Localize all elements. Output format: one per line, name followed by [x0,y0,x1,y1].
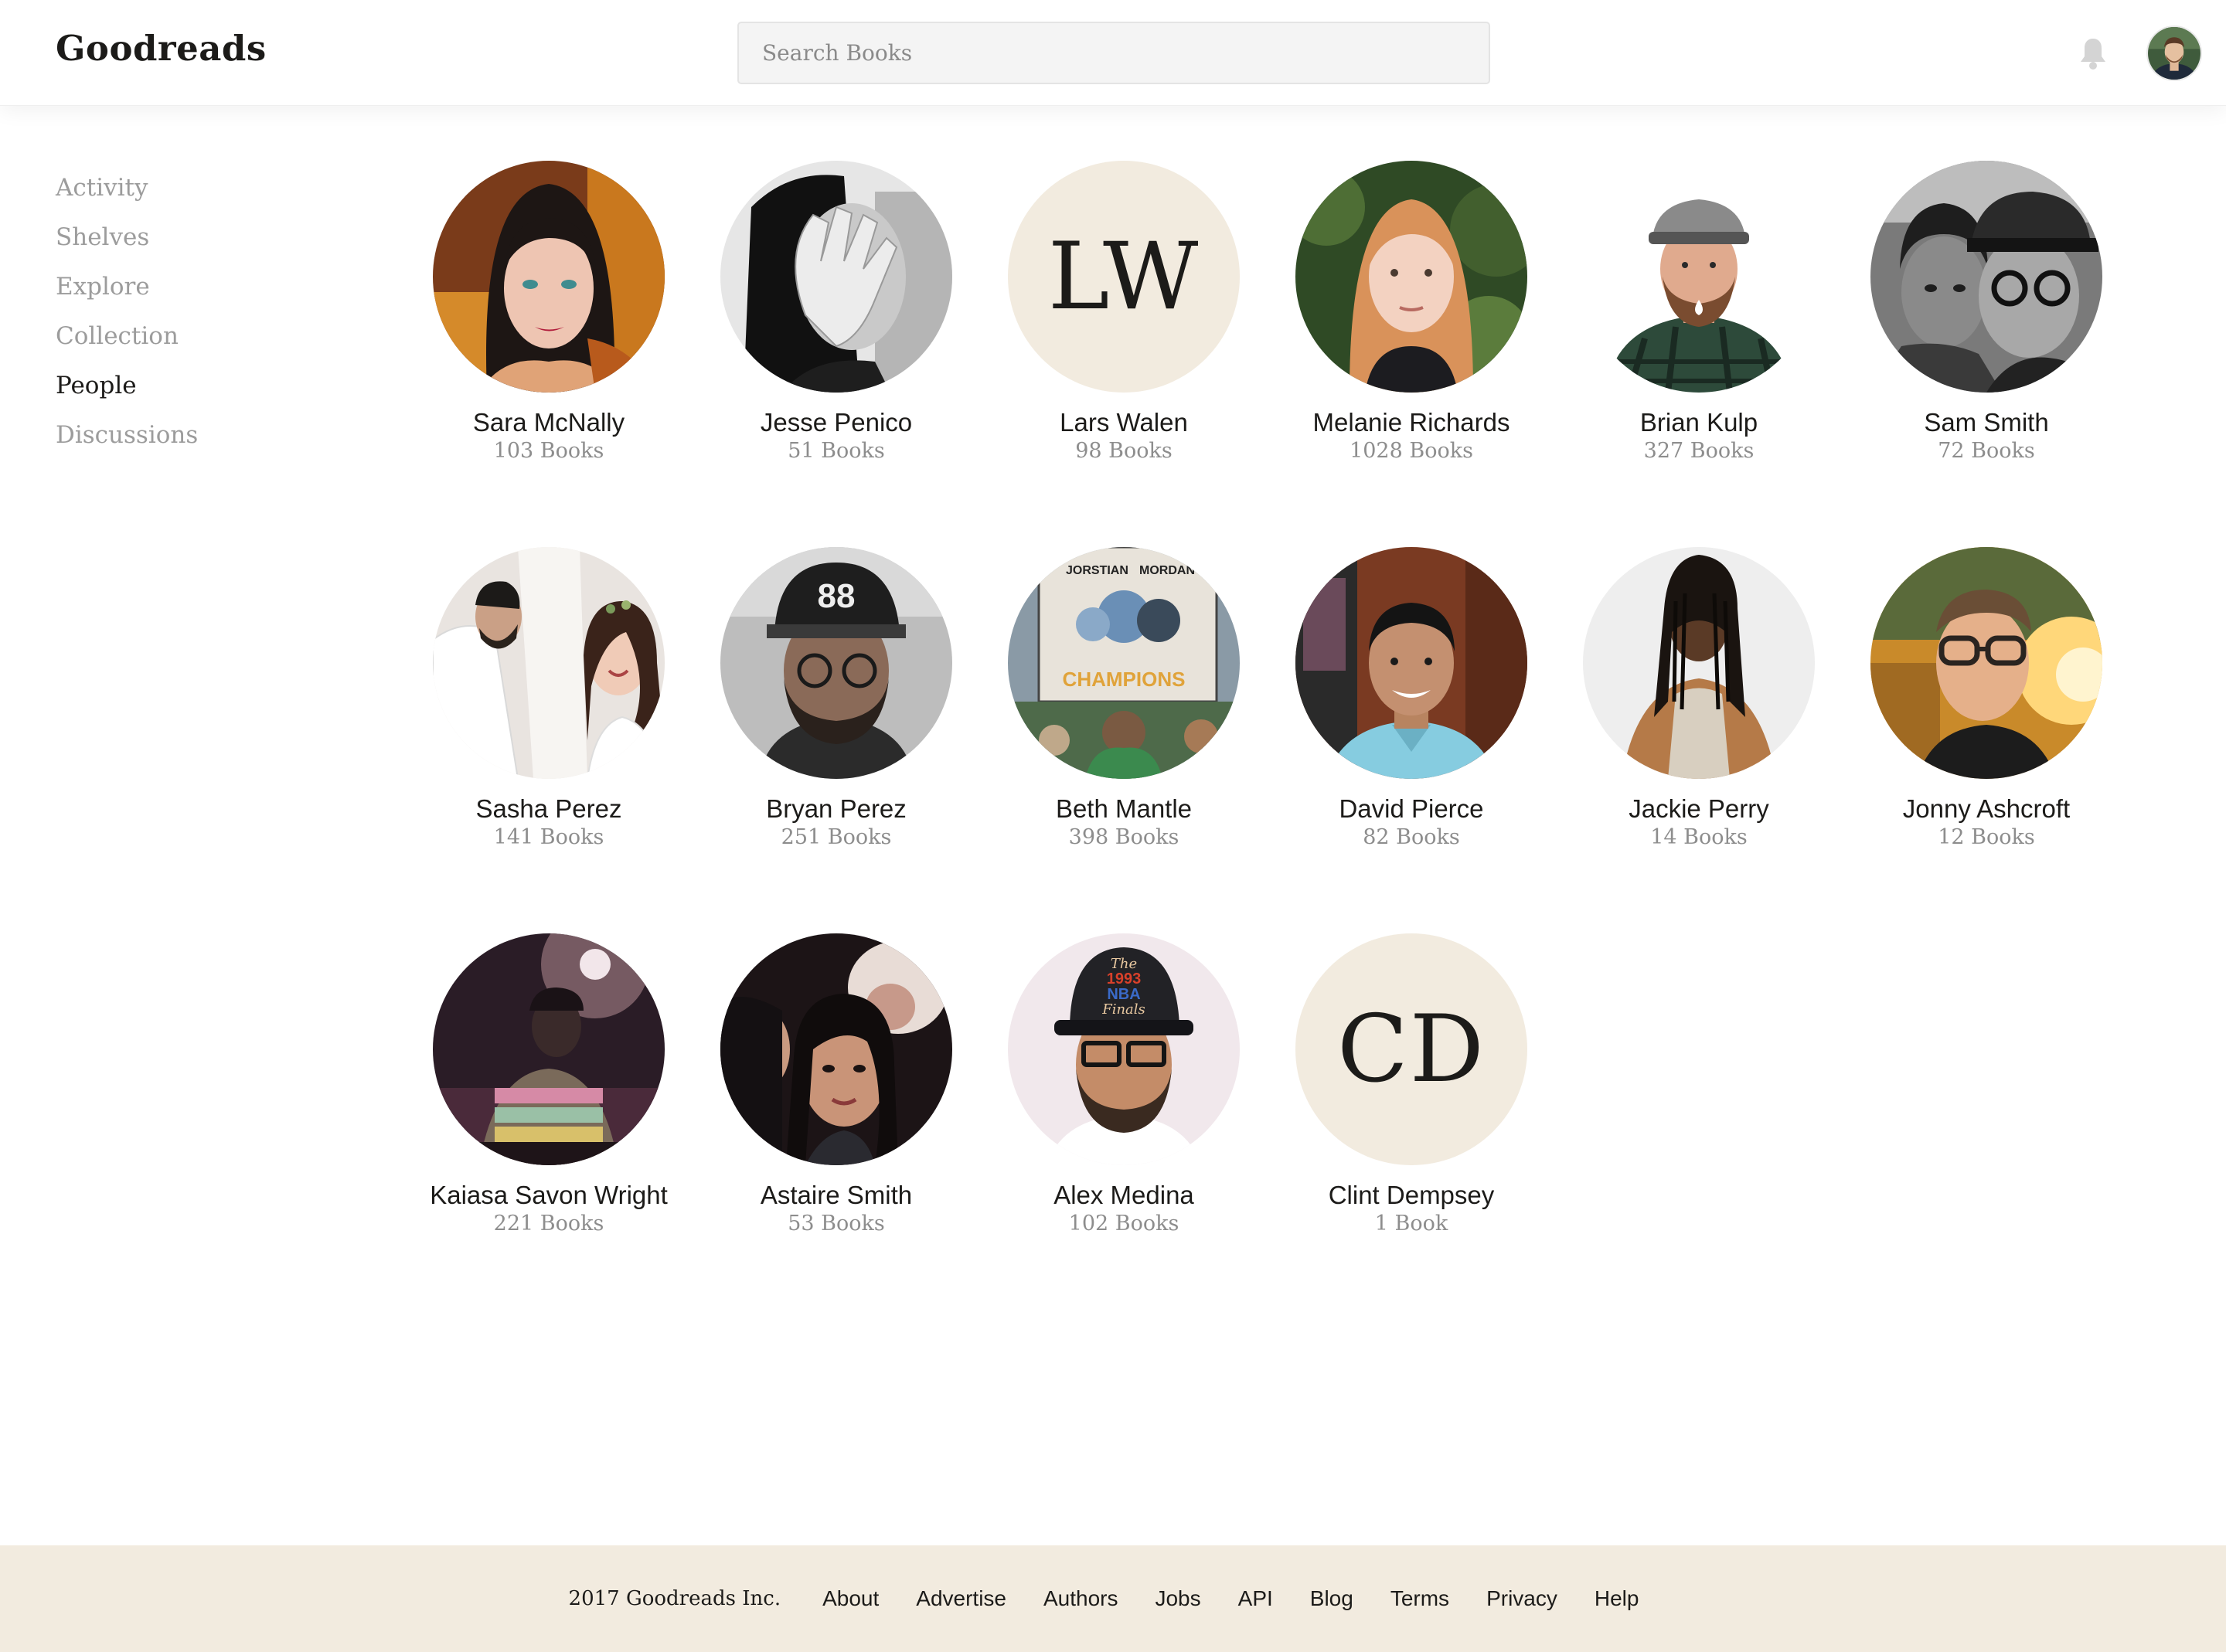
person-book-count: 1028 Books [1350,439,1473,463]
sidebar-item-activity[interactable]: Activity [56,166,198,216]
cap-text-3: NBA [1107,986,1140,1003]
initials-avatar: LW [1008,161,1240,393]
person-card[interactable]: Kaiasa Savon Wright 221 Books [405,933,693,1238]
person-card[interactable]: The 1993 NBA Finals Alex Medina 102 Book… [980,933,1268,1238]
footer-link-advertise[interactable]: Advertise [916,1586,1006,1611]
person-avatar [1583,161,1815,393]
person-card[interactable]: Sara McNally 103 Books [405,161,693,465]
sidebar-nav: Activity Shelves Explore Collection Peop… [56,166,198,463]
person-avatar [1295,547,1527,779]
person-book-count: 251 Books [781,825,892,849]
person-book-count: 102 Books [1068,1212,1179,1236]
sign-text-1: JORSTIAN [1066,564,1128,577]
svg-text:88: 88 [818,577,856,615]
footer-link-help[interactable]: Help [1595,1586,1639,1611]
person-card[interactable]: Jonny Ashcroft 12 Books [1843,547,2130,851]
footer-link-api[interactable]: API [1238,1586,1273,1611]
search-input[interactable] [737,22,1490,84]
person-name: Sasha Perez [475,794,622,823]
person-name: Jackie Perry [1629,794,1769,823]
cap-text-4: Finals [1101,1001,1145,1018]
person-card[interactable]: Melanie Richards 1028 Books [1268,161,1555,465]
person-card[interactable]: Astaire Smith 53 Books [693,933,980,1238]
person-avatar [720,933,952,1165]
brand-logo[interactable]: Goodreads [56,28,267,69]
person-book-count: 141 Books [493,825,604,849]
person-book-count: 221 Books [493,1212,604,1236]
cap-text-2: 1993 [1107,970,1142,987]
person-book-count: 82 Books [1363,825,1460,849]
person-name: David Pierce [1339,794,1484,823]
footer-link-terms[interactable]: Terms [1390,1586,1449,1611]
person-book-count: 53 Books [788,1212,885,1236]
person-name: Alex Medina [1053,1181,1194,1209]
person-book-count: 1 Book [1374,1212,1448,1236]
person-card[interactable]: LW Lars Walen 98 Books [980,161,1268,465]
person-card[interactable]: Sasha Perez 141 Books [405,547,693,851]
person-name: Beth Mantle [1055,794,1193,823]
sidebar-item-discussions[interactable]: Discussions [56,413,198,463]
person-book-count: 12 Books [1938,825,2035,849]
person-name: Lars Walen [1060,408,1188,437]
person-avatar: JORSTIAN MORDAN CHAMPIONS [1008,547,1240,779]
person-avatar [1870,547,2102,779]
person-avatar: The 1993 NBA Finals [1008,933,1240,1165]
person-avatar [433,933,665,1165]
person-avatar [1870,161,2102,393]
copyright-text: 2017 Goodreads Inc. [568,1587,781,1610]
person-book-count: 398 Books [1068,825,1179,849]
person-name: Bryan Perez [766,794,907,823]
person-book-count: 327 Books [1643,439,1755,463]
footer-link-blog[interactable]: Blog [1310,1586,1353,1611]
person-name: Brian Kulp [1639,408,1758,437]
sidebar-item-collection[interactable]: Collection [56,314,198,364]
person-name: Jesse Penico [760,408,913,437]
footer-link-authors[interactable]: Authors [1043,1586,1118,1611]
person-name: Melanie Richards [1312,408,1510,437]
top-bar: Goodreads [0,0,2226,106]
person-card[interactable]: 88 Bryan Perez 251 Books [693,547,980,851]
footer: 2017 Goodreads Inc. About Advertise Auth… [0,1545,2226,1652]
cap-text-1: The [1111,956,1137,972]
person-book-count: 72 Books [1938,439,2035,463]
sign-text-3: CHAMPIONS [1063,668,1186,691]
person-book-count: 98 Books [1075,439,1173,463]
sign-text-2: MORDAN [1139,564,1195,577]
person-name: Sam Smith [1924,408,2049,437]
person-avatar [720,161,952,393]
sidebar-item-shelves[interactable]: Shelves [56,216,198,265]
person-book-count: 103 Books [493,439,604,463]
person-card[interactable]: David Pierce 82 Books [1268,547,1555,851]
person-card[interactable]: CD Clint Dempsey 1 Book [1268,933,1555,1238]
person-name: Jonny Ashcroft [1902,794,2071,823]
person-card[interactable]: JORSTIAN MORDAN CHAMPIONS Beth Mantle 39… [980,547,1268,851]
person-name: Sara McNally [472,408,625,437]
person-card[interactable]: Brian Kulp 327 Books [1555,161,1843,465]
person-avatar [1583,547,1815,779]
sidebar-item-explore[interactable]: Explore [56,265,198,314]
initials-avatar: CD [1295,933,1527,1165]
person-avatar [1295,161,1527,393]
footer-link-privacy[interactable]: Privacy [1486,1586,1557,1611]
user-avatar[interactable] [2146,25,2202,81]
person-name: Clint Dempsey [1328,1181,1495,1209]
footer-link-about[interactable]: About [822,1586,879,1611]
person-book-count: 14 Books [1650,825,1748,849]
sidebar-item-people[interactable]: People [56,364,198,413]
person-card[interactable]: Sam Smith 72 Books [1843,161,2130,465]
person-card[interactable]: Jesse Penico 51 Books [693,161,980,465]
person-name: Astaire Smith [760,1181,913,1209]
person-avatar [433,161,665,393]
person-avatar: 88 [720,547,952,779]
person-avatar [433,547,665,779]
person-card[interactable]: Jackie Perry 14 Books [1555,547,1843,851]
person-book-count: 51 Books [788,439,885,463]
bell-icon[interactable] [2078,36,2109,70]
footer-link-jobs[interactable]: Jobs [1155,1586,1200,1611]
person-name: Kaiasa Savon Wright [430,1181,668,1209]
